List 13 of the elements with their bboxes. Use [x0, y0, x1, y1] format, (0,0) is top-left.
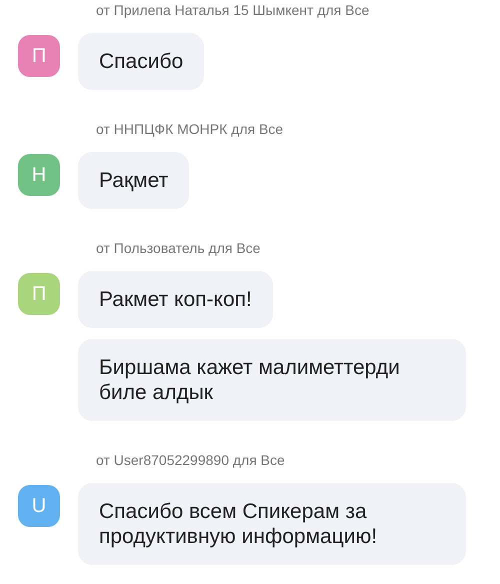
message-bubble: Рақмет	[78, 152, 190, 209]
sender-line: от User87052299890 для Все	[95, 451, 286, 470]
avatar: U	[18, 485, 60, 527]
avatar: Н	[18, 154, 60, 196]
message-bubble: Биршама кажет малиметтерди биле алдык	[78, 339, 466, 421]
sender-line: от ННПЦФК МОНРК для Все	[95, 120, 284, 139]
message-bubble: Спасибо	[78, 33, 204, 90]
avatar: П	[18, 273, 60, 315]
sender-line: от Пользователь для Все	[95, 239, 262, 258]
message-bubble: Ракмет коп-коп!	[78, 271, 273, 328]
sender-line: от Прилепа Наталья 15 Шымкент для Все	[95, 1, 370, 20]
message-bubble: Спасибо всем Спикерам за продуктивную информацию!	[78, 483, 466, 565]
avatar: П	[18, 35, 60, 77]
